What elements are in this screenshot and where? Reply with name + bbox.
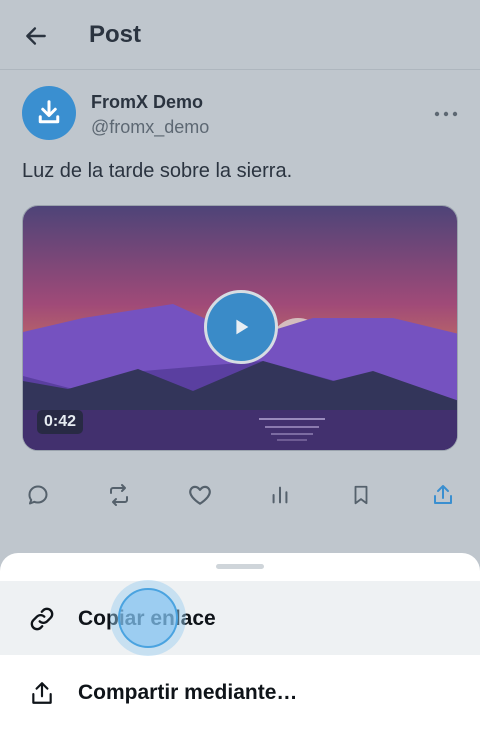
views-icon: [272, 486, 288, 504]
like-button[interactable]: [183, 478, 217, 512]
play-icon: [236, 319, 249, 335]
video-duration: 0:42: [37, 410, 84, 434]
video-player[interactable]: 0:42: [22, 205, 458, 451]
author-row: FromX Demo @fromx_demo: [0, 86, 480, 142]
reply-button[interactable]: [21, 478, 55, 512]
repost-icon: [110, 484, 128, 506]
views-button[interactable]: [263, 478, 297, 512]
play-button[interactable]: [204, 290, 278, 364]
page-title: Post: [89, 21, 142, 48]
share-via-label: Compartir mediante…: [78, 681, 298, 704]
more-dots-icon: [434, 111, 458, 117]
share-bottom-sheet: Copiar enlace Compartir mediante…: [0, 553, 480, 755]
tap-indicator: [118, 588, 178, 648]
back-button[interactable]: [22, 22, 50, 50]
avatar[interactable]: [22, 86, 76, 140]
author-handle[interactable]: @fromx_demo: [91, 117, 209, 138]
author-name[interactable]: FromX Demo: [91, 92, 203, 113]
share-icon: [28, 679, 56, 707]
share-icon: [434, 485, 452, 504]
post-text: Luz de la tarde sobre la sierra.: [22, 160, 293, 182]
more-options-button[interactable]: [432, 102, 460, 126]
top-bar: Post: [0, 0, 480, 70]
share-via-option[interactable]: Compartir mediante…: [0, 655, 480, 729]
bookmark-icon: [354, 485, 368, 505]
link-icon: [28, 605, 56, 633]
copy-link-option[interactable]: Copiar enlace: [0, 581, 480, 655]
arrow-left-icon: [26, 27, 46, 45]
repost-button[interactable]: [102, 478, 136, 512]
download-icon: [38, 100, 60, 124]
sheet-drag-handle[interactable]: [216, 564, 264, 569]
action-bar: [0, 478, 480, 512]
bookmark-button[interactable]: [344, 478, 378, 512]
reply-icon: [28, 485, 48, 505]
share-button[interactable]: [426, 478, 460, 512]
like-icon: [189, 485, 211, 505]
